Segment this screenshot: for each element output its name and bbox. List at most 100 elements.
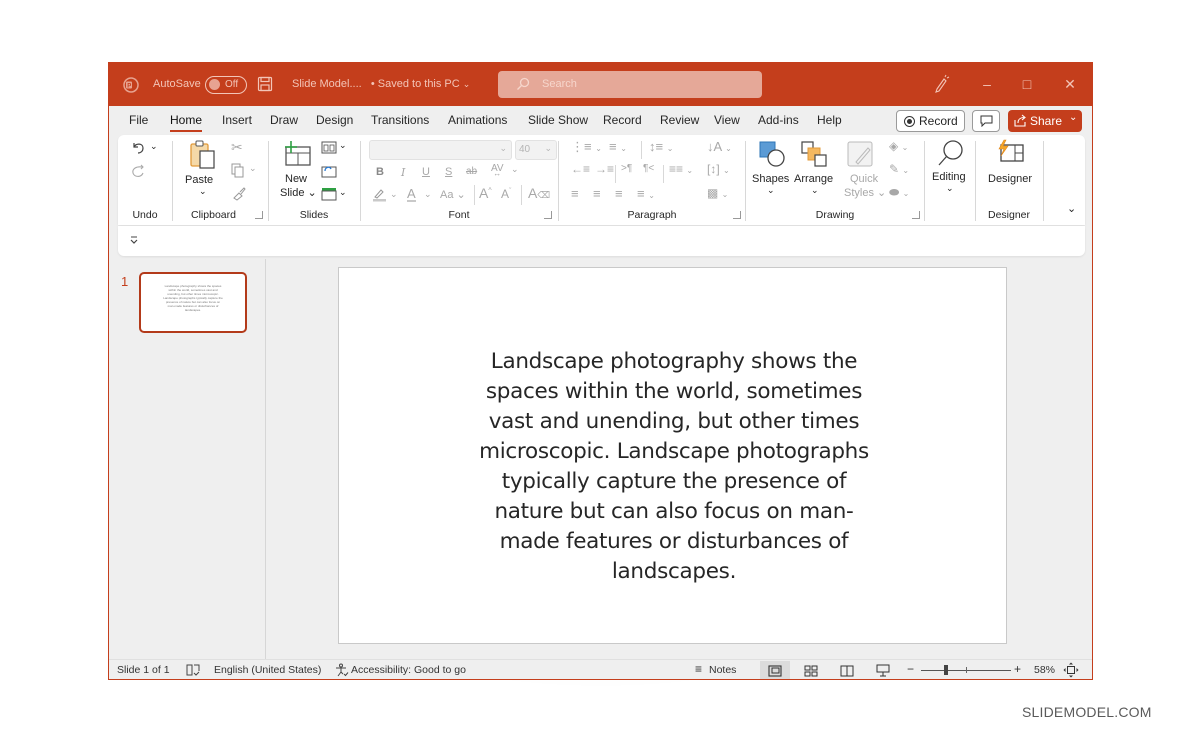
strikethrough-icon[interactable]: ab (466, 166, 477, 177)
new-slide-icon[interactable] (283, 140, 313, 168)
chevron-down-icon[interactable]: ⌄ (150, 141, 158, 152)
chevron-down-icon[interactable]: ⌄ (249, 163, 257, 174)
share-button[interactable]: Share ⌄ (1008, 110, 1082, 132)
collapse-ribbon-icon[interactable]: ⌄ (1067, 202, 1076, 215)
decrease-font-size-icon[interactable]: Aˇ (501, 187, 511, 201)
shape-fill-icon[interactable]: ◈ ⌄ (889, 139, 908, 153)
tab-record[interactable]: Record (603, 113, 642, 127)
align-right-icon[interactable]: ≡ (615, 186, 623, 201)
slide-show-button[interactable] (868, 661, 898, 679)
notes-button[interactable]: Notes (709, 664, 736, 676)
maximize-button[interactable]: □ (1017, 74, 1037, 94)
pane-splitter[interactable] (265, 259, 266, 659)
designer-icon[interactable] (996, 139, 1026, 165)
quick-styles-label-1[interactable]: Quick (850, 173, 878, 185)
section-icon[interactable] (321, 187, 337, 201)
align-left-icon[interactable]: ≡ (571, 186, 579, 201)
tab-home[interactable]: Home (170, 113, 203, 132)
shape-outline-icon[interactable]: ✎ ⌄ (889, 162, 909, 176)
undo-icon[interactable] (130, 140, 146, 156)
normal-view-button[interactable] (760, 661, 790, 679)
chevron-down-icon[interactable]: ⌄ (390, 189, 398, 200)
character-spacing-icon[interactable]: AV ↔ (491, 163, 504, 185)
accessibility-status[interactable]: Accessibility: Good to go (351, 664, 466, 676)
chevron-down-icon[interactable]: ⌄ (946, 183, 954, 194)
slide-thumbnail[interactable]: Landscape photography shows the spaces w… (139, 272, 247, 333)
columns-icon[interactable]: ≡≡ ⌄ (669, 162, 693, 176)
zoom-slider-thumb[interactable] (944, 665, 948, 675)
line-spacing-icon[interactable]: ↕≡ ⌄ (649, 139, 673, 154)
search-box[interactable]: Search (498, 71, 762, 98)
record-button[interactable]: Record (896, 110, 965, 132)
new-slide-label-2[interactable]: Slide ⌄ (280, 186, 317, 199)
quick-styles-label-2[interactable]: Styles ⌄ (844, 186, 886, 199)
tab-transitions[interactable]: Transitions (371, 113, 429, 127)
bullets-icon[interactable]: ⋮≡ ⌄ (571, 139, 602, 155)
tab-slide-show[interactable]: Slide Show (528, 113, 588, 127)
notes-icon[interactable]: ≡ (695, 662, 702, 676)
underline-icon[interactable]: U (422, 166, 430, 178)
tab-review[interactable]: Review (660, 113, 699, 127)
format-painter-icon[interactable] (231, 185, 247, 201)
layout-icon[interactable] (321, 141, 337, 154)
chevron-down-icon[interactable]: ⌄ (339, 187, 347, 198)
language[interactable]: English (United States) (214, 664, 321, 676)
new-slide-label-1[interactable]: New (285, 173, 307, 185)
slide-sorter-button[interactable] (796, 661, 826, 679)
dialog-launcher-icon[interactable] (544, 211, 552, 219)
paste-icon[interactable] (188, 139, 218, 171)
tab-design[interactable]: Design (316, 113, 353, 127)
decrease-indent-icon[interactable]: ←≡ (571, 162, 590, 176)
paste-label[interactable]: Paste (185, 174, 213, 186)
clear-formatting-icon[interactable]: A⌫ (528, 185, 550, 201)
tab-animations[interactable]: Animations (448, 113, 507, 127)
chevron-down-icon[interactable]: ⌄ (511, 164, 519, 175)
accessibility-icon[interactable] (335, 663, 349, 677)
slide-canvas[interactable]: Landscape photography shows the spaces w… (338, 267, 1007, 644)
close-button[interactable]: ✕ (1060, 74, 1080, 94)
chevron-down-icon[interactable]: ⌄ (1069, 112, 1077, 123)
smartart-icon[interactable]: ▩ ⌄ (707, 186, 728, 200)
save-icon[interactable] (257, 76, 273, 92)
reading-view-button[interactable] (832, 661, 862, 679)
quick-styles-icon[interactable] (846, 140, 874, 168)
cut-icon[interactable]: ✂ (231, 139, 243, 156)
numbering-icon[interactable]: ≡ ⌄ (609, 139, 627, 154)
autosave-toggle[interactable]: Off (205, 76, 247, 94)
arrange-label[interactable]: Arrange (794, 173, 833, 185)
text-shadow-icon[interactable]: S (445, 166, 452, 178)
dialog-launcher-icon[interactable] (912, 211, 920, 219)
tab-draw[interactable]: Draw (270, 113, 298, 127)
chevron-down-icon[interactable]: ⌄ (424, 189, 432, 200)
arrange-icon[interactable] (800, 140, 828, 168)
spelling-icon[interactable] (186, 664, 200, 676)
rtl-icon[interactable]: ¶< (643, 163, 654, 174)
highlight-icon[interactable] (372, 188, 388, 202)
tab-help[interactable]: Help (817, 113, 842, 127)
change-case-icon[interactable]: Aa ⌄ (440, 188, 466, 201)
comments-button[interactable] (972, 110, 1000, 132)
dialog-launcher-icon[interactable] (733, 211, 741, 219)
chevron-down-icon[interactable]: ⌄ (811, 185, 819, 196)
zoom-in-button[interactable]: + (1014, 662, 1021, 676)
font-name-dropdown[interactable]: ⌄ (369, 140, 512, 160)
editing-label[interactable]: Editing (932, 171, 966, 183)
reset-icon[interactable] (321, 164, 337, 178)
fit-to-window-icon[interactable] (1063, 662, 1079, 678)
increase-font-size-icon[interactable]: A^ (479, 185, 492, 201)
customize-qat-icon[interactable] (130, 236, 138, 245)
document-title[interactable]: Slide Model.... • Saved to this PC ⌄ (292, 78, 470, 90)
font-color-icon[interactable]: A (407, 187, 416, 202)
shape-effects-icon[interactable]: ⬬ ⌄ (889, 185, 909, 200)
slide-text-box[interactable]: Landscape photography shows the spaces w… (469, 347, 879, 587)
bold-icon[interactable]: B (376, 166, 384, 178)
align-center-icon[interactable]: ≡ (593, 186, 601, 201)
minimize-button[interactable]: – (977, 74, 997, 94)
chevron-down-icon[interactable]: ⌄ (339, 140, 347, 151)
chevron-down-icon[interactable]: ⌄ (199, 186, 207, 197)
tab-file[interactable]: File (129, 113, 148, 127)
tab-insert[interactable]: Insert (222, 113, 252, 127)
increase-indent-icon[interactable]: →≡ (595, 162, 614, 176)
zoom-out-button[interactable]: − (907, 662, 914, 676)
align-text-icon[interactable]: [↕] ⌄ (707, 162, 730, 176)
